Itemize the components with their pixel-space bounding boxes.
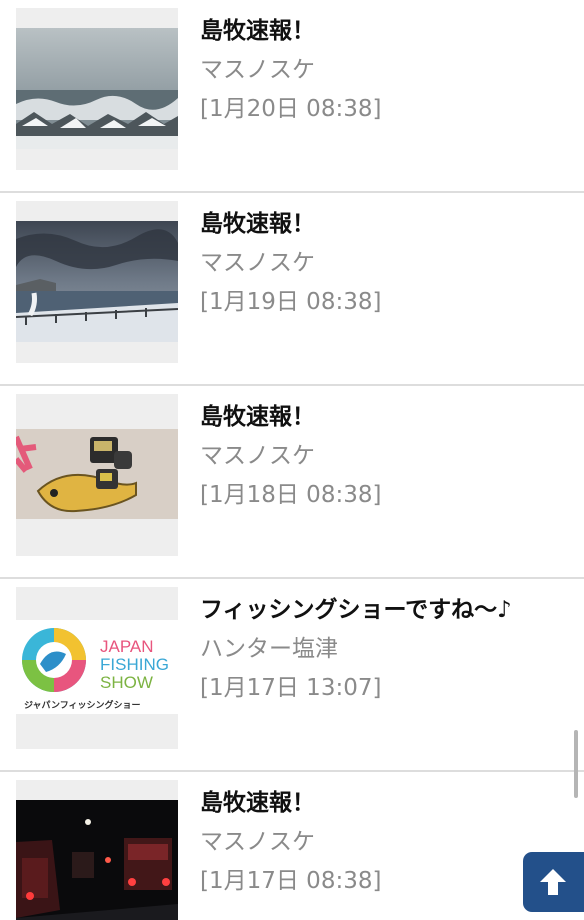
logo-line-2: FISHING [100,655,169,674]
post-thumbnail[interactable] [16,780,178,920]
arrow-up-icon [540,869,566,895]
post-title[interactable]: フィッシングショーですね〜♪ [200,591,574,629]
logo-line-3: SHOW [100,673,153,692]
post-thumbnail[interactable] [16,8,178,170]
post-text: 島牧速報！ マスノスケ [1月19日 08:38] [200,205,574,321]
post-thumbnail[interactable] [16,201,178,363]
post-title[interactable]: 島牧速報！ [200,784,574,822]
back-to-top-button[interactable] [523,852,584,912]
snowy-coast-cloudy-sky-photo [16,221,178,342]
post-text: 島牧速報！ マスノスケ [1月18日 08:38] [200,398,574,514]
post-list: 島牧速報！ マスノスケ [1月20日 08:38] 島牧速報！ マスノスケ [1… [0,0,584,920]
japan-fishing-show-logo: JAPAN FISHING SHOW ジャパンフィッシングショー [16,620,178,714]
post-date: [1月18日 08:38] [200,482,382,508]
list-item[interactable]: 島牧速報！ マスノスケ [1月18日 08:38] [0,386,584,579]
post-text: 島牧速報！ マスノスケ [1月17日 08:38] [200,784,574,900]
post-author: マスノスケ [200,57,315,83]
post-date: [1月19日 08:38] [200,289,382,315]
post-text: フィッシングショーですね〜♪ ハンター塩津 [1月17日 13:07] [200,591,574,707]
snowy-seawall-waves-photo [16,28,178,149]
post-thumbnail[interactable] [16,394,178,556]
post-date: [1月17日 13:07] [200,675,382,701]
night-road-traffic-photo [16,800,178,920]
post-date: [1月17日 08:38] [200,868,382,894]
post-title[interactable]: 島牧速報！ [200,205,574,243]
post-author: マスノスケ [200,443,315,469]
fishing-reel-parts-photo [16,429,178,519]
list-item[interactable]: 島牧速報！ マスノスケ [1月20日 08:38] [0,0,584,193]
post-author: ハンター塩津 [200,636,338,662]
post-author: マスノスケ [200,250,315,276]
post-date: [1月20日 08:38] [200,96,382,122]
post-title[interactable]: 島牧速報！ [200,12,574,50]
post-title[interactable]: 島牧速報！ [200,398,574,436]
list-item[interactable]: JAPAN FISHING SHOW ジャパンフィッシングショー フィッシングシ… [0,579,584,772]
post-author: マスノスケ [200,829,315,855]
post-thumbnail[interactable]: JAPAN FISHING SHOW ジャパンフィッシングショー [16,587,178,749]
list-item[interactable]: 島牧速報！ マスノスケ [1月17日 08:38] [0,772,584,920]
logo-line-1: JAPAN [100,637,154,656]
post-text: 島牧速報！ マスノスケ [1月20日 08:38] [200,12,574,128]
logo-caption: ジャパンフィッシングショー [24,699,141,711]
scrollbar[interactable] [574,730,578,798]
list-item[interactable]: 島牧速報！ マスノスケ [1月19日 08:38] [0,193,584,386]
